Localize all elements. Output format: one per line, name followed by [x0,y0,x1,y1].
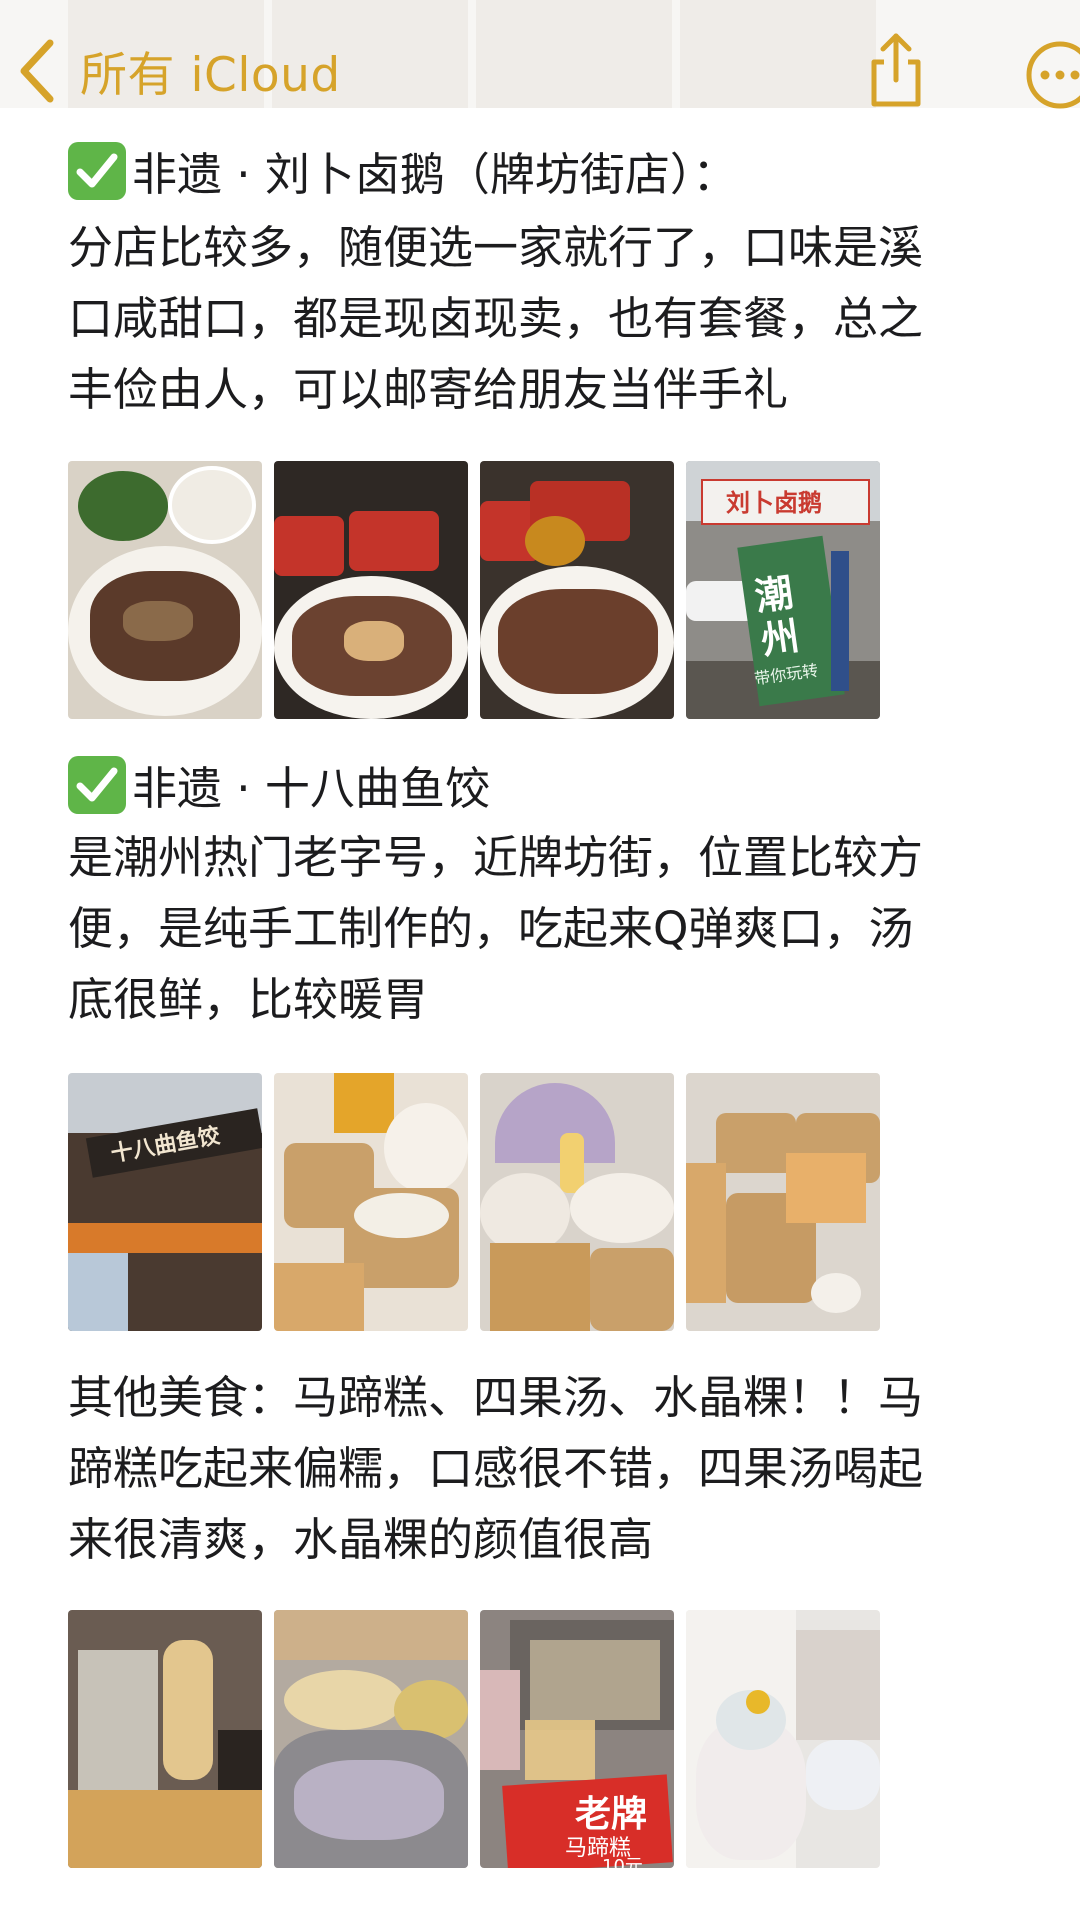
section-title-liubu: 非遗 · 刘卜卤鹅（牌坊街店）： [68,139,737,210]
checkmark-icon [68,142,126,200]
back-button[interactable]: 所有 iCloud [16,36,341,105]
photo-mati-gao-stall[interactable]: 老牌 马蹄糕 10元 [480,1610,674,1868]
photo-liubu-storefront[interactable]: 刘卜卤鹅 潮州 带你玩转 [686,461,880,719]
more-icon [1026,41,1080,109]
photo-row-liubu: 刘卜卤鹅 潮州 带你玩转 [68,461,880,719]
back-label: 所有 iCloud [80,48,341,103]
share-icon [871,33,921,107]
section-body-line: 其他美食：马蹄糕、四果汤、水晶粿！！马 [68,1371,924,1424]
more-button[interactable] [1018,40,1080,110]
checkmark-icon [68,756,126,814]
photo-row-desserts: 老牌 马蹄糕 10元 [68,1610,880,1868]
section-body-line: 分店比较多，随便选一家就行了，口味是溪 [68,221,924,274]
section-title-text: 非遗 · 刘卜卤鹅（牌坊街店）： [132,148,738,201]
photo-row-yujiao: 十八曲鱼饺 [68,1073,880,1331]
photo-sigguo-tang[interactable] [686,1610,880,1868]
section-title-text: 非遗 · 十八曲鱼饺 [132,762,490,815]
photo-goose-bowls[interactable] [274,461,468,719]
store-sign: 刘卜卤鹅 [726,489,822,517]
photo-yujiao-fan[interactable] [480,1073,674,1331]
photo-goose-sauce[interactable] [480,461,674,719]
photo-yujiao-spread[interactable] [686,1073,880,1331]
section-title-yujiao: 非遗 · 十八曲鱼饺 [68,753,490,824]
section-body-line: 口咸甜口，都是现卤现卖，也有套餐，总之 [68,292,924,345]
section-body-line: 底很鲜，比较暖胃 [68,973,429,1026]
chevron-left-icon [20,39,54,102]
book-cover-text: 潮州 [752,570,803,663]
section-body-line: 丰俭由人，可以邮寄给朋友当伴手礼 [68,363,789,416]
photo-mati-gao-skewers[interactable] [68,1610,262,1868]
section-body-line: 是潮州热门老字号，近牌坊街，位置比较方 [68,831,924,884]
photo-yujiao-bowls[interactable] [274,1073,468,1331]
photo-goose-platter[interactable] [68,461,262,719]
section-body-line: 便，是纯手工制作的，吃起来Q弹爽口，汤 [68,902,914,955]
stall-sign-price: 10元 [602,1856,643,1868]
photo-kueh-tray[interactable] [274,1610,468,1868]
section-body-line: 来很清爽，水晶粿的颜值很高 [68,1513,654,1566]
photo-yujiao-storefront[interactable]: 十八曲鱼饺 [68,1073,262,1331]
section-body-line: 蹄糕吃起来偏糯，口感很不错，四果汤喝起 [68,1442,924,1495]
navigation-bar: 所有 iCloud [0,0,1080,140]
share-button[interactable] [866,32,926,110]
